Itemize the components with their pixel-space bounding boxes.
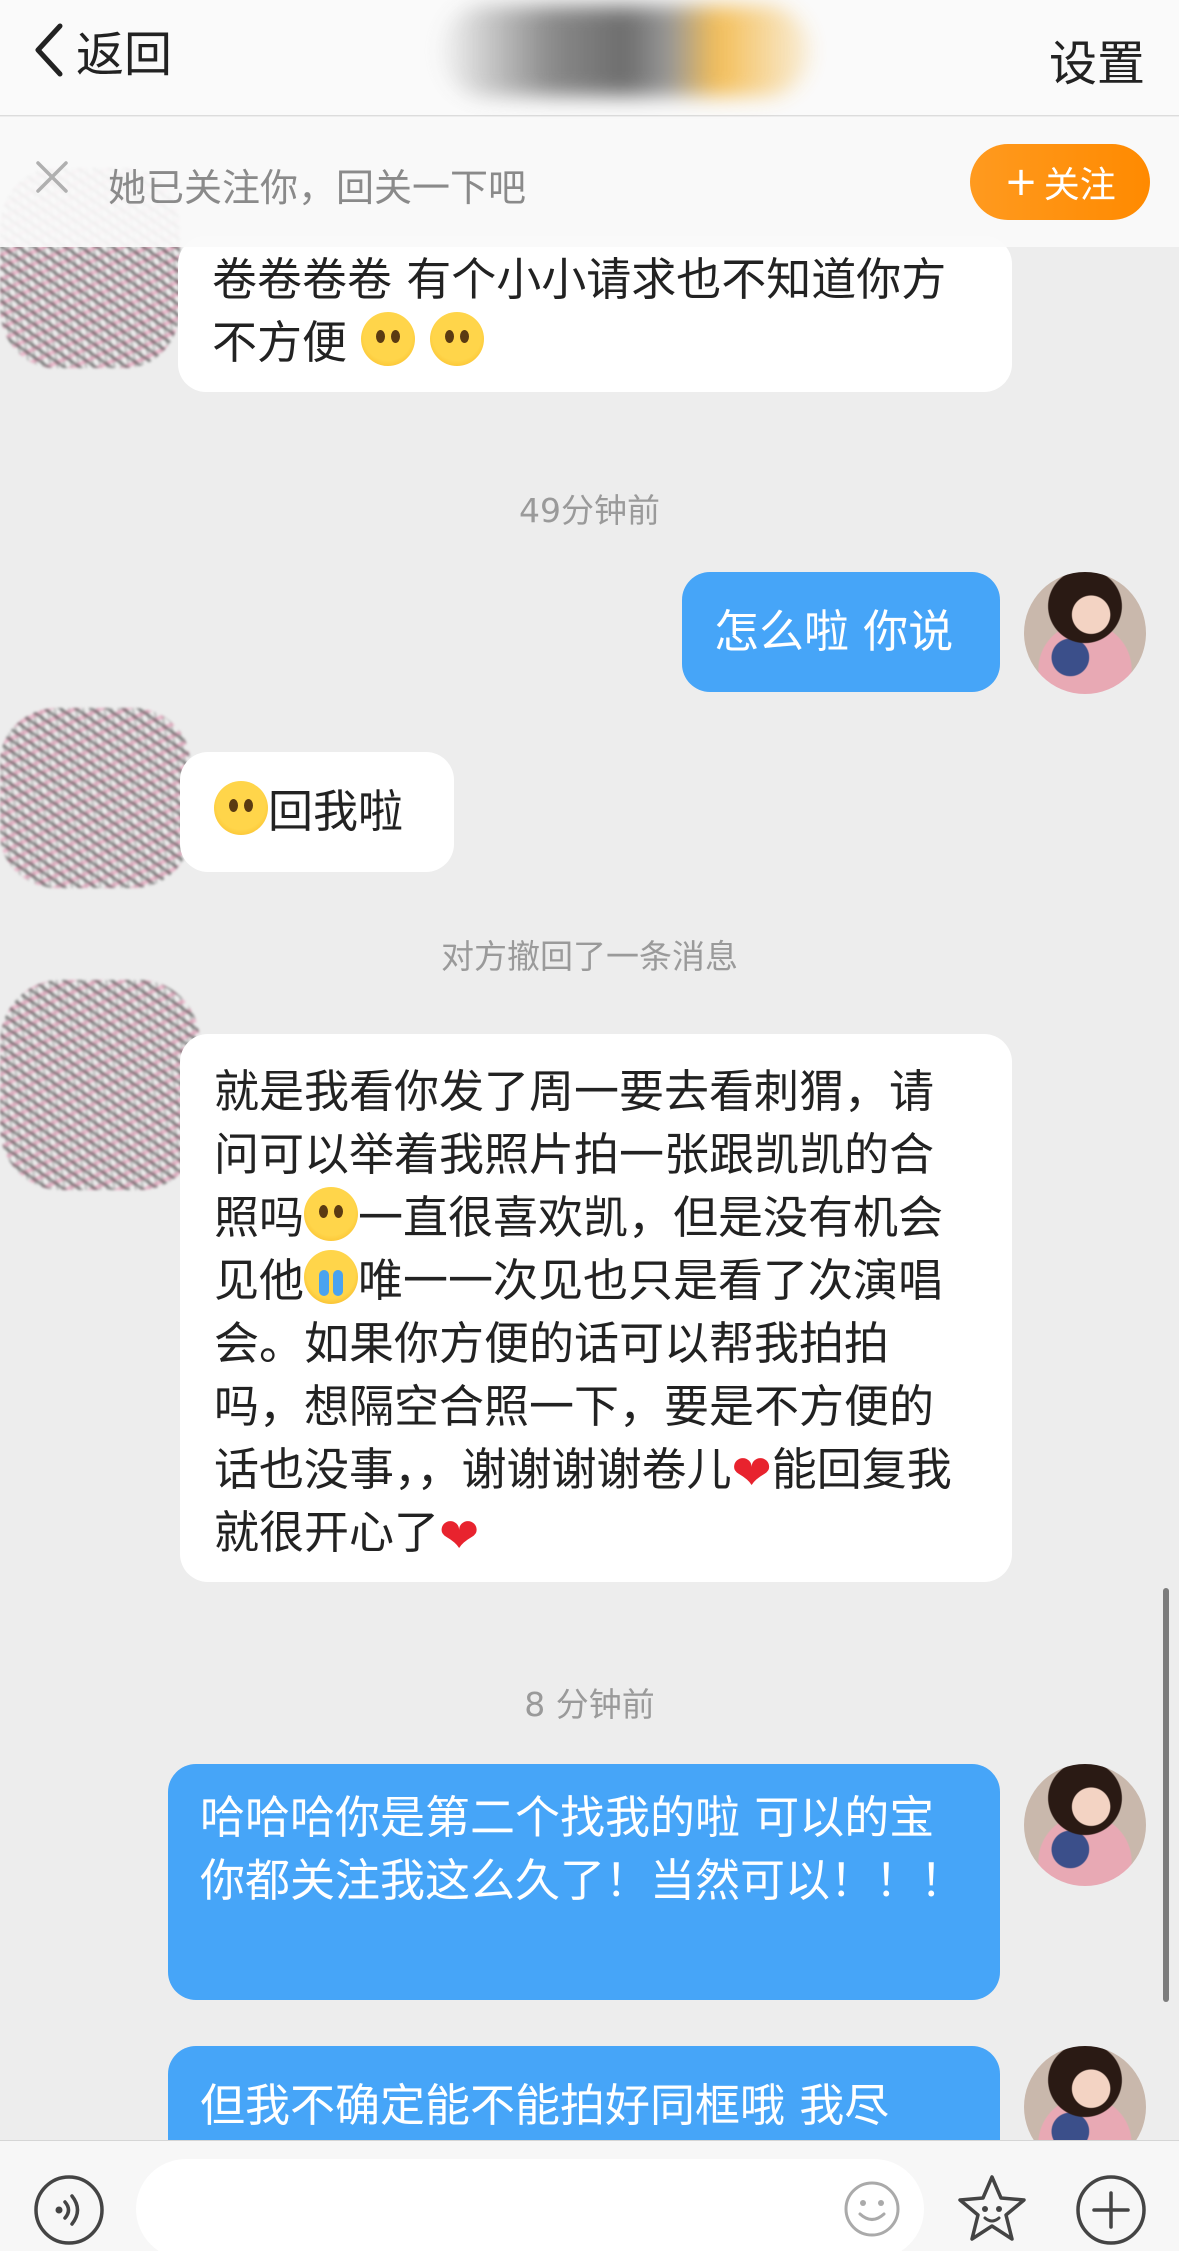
pleading-emoji bbox=[429, 312, 484, 366]
message-bubble-incoming[interactable]: 卷卷卷卷 有个小小请求也不知道你方不方便 bbox=[178, 236, 1012, 392]
message-input[interactable] bbox=[136, 2159, 924, 2251]
red-heart-emoji: ❤ bbox=[439, 1508, 480, 1564]
message-text: 回我啦 bbox=[268, 785, 404, 838]
plus-icon bbox=[1076, 2175, 1146, 2245]
my-avatar[interactable] bbox=[1024, 1764, 1146, 1886]
star-sticker-icon bbox=[958, 2175, 1026, 2241]
scrollbar[interactable] bbox=[1163, 1588, 1169, 2002]
contact-avatar[interactable] bbox=[0, 708, 190, 888]
settings-button[interactable]: 设置 bbox=[1049, 24, 1145, 94]
more-button[interactable] bbox=[1074, 2173, 1148, 2247]
close-icon bbox=[36, 161, 68, 193]
follow-button-label: 关注 bbox=[1043, 165, 1116, 206]
emoji-face-icon bbox=[844, 2181, 900, 2237]
voice-button[interactable] bbox=[32, 2173, 106, 2247]
kiss-emoji bbox=[214, 781, 268, 835]
blurred-title bbox=[440, 6, 810, 96]
back-label: 返回 bbox=[76, 27, 173, 83]
pleading-emoji bbox=[304, 1187, 359, 1241]
my-avatar[interactable] bbox=[1024, 572, 1146, 694]
input-bar bbox=[0, 2140, 1179, 2251]
plus-icon: + bbox=[1004, 159, 1038, 205]
message-bubble-outgoing[interactable]: 怎么啦 你说 bbox=[682, 572, 1000, 692]
chevron-left-icon bbox=[35, 23, 63, 77]
sticker-button[interactable] bbox=[954, 2171, 1030, 2247]
message-bubble-incoming[interactable]: 就是我看你发了周一要去看刺猬，请问可以举着我照片拍一张跟凯凯的合照吗 一直很喜欢凯… bbox=[180, 1034, 1012, 1582]
timestamp: 49分钟前 bbox=[519, 491, 660, 530]
close-banner-button[interactable] bbox=[32, 157, 72, 197]
crying-emoji bbox=[304, 1250, 359, 1304]
red-heart-emoji: ❤ bbox=[731, 1445, 772, 1501]
recall-notice: 对方撤回了一条消息 bbox=[441, 937, 738, 976]
message-text: 怎么啦 你说 bbox=[714, 605, 954, 658]
follow-banner: 她已关注你，回关一下吧 + 关注 bbox=[0, 117, 1179, 247]
timestamp: 8 分钟前 bbox=[524, 1685, 655, 1724]
message-bubble-outgoing[interactable]: 哈哈哈你是第二个找我的啦 可以的宝 你都关注我这么久了！当然可以！！！ bbox=[168, 1764, 1000, 2000]
contact-avatar[interactable] bbox=[0, 980, 200, 1190]
follow-banner-text: 她已关注你，回关一下吧 bbox=[108, 166, 527, 210]
nav-bar: 返回 设置 bbox=[0, 0, 1179, 116]
message-bubble-incoming[interactable]: 回我啦 bbox=[180, 752, 454, 872]
emoji-button[interactable] bbox=[842, 2179, 902, 2239]
message-text: 卷卷卷卷 有个小小请求也不知道你方不方便 bbox=[212, 253, 947, 369]
follow-button[interactable]: + 关注 bbox=[970, 144, 1150, 220]
message-text: 但我不确定能不能拍好同框哦 我尽 bbox=[200, 2079, 890, 2132]
pleading-emoji bbox=[361, 312, 416, 366]
voice-icon bbox=[34, 2175, 104, 2245]
back-button[interactable]: 返回 bbox=[30, 18, 173, 83]
message-text: 哈哈哈你是第二个找我的啦 可以的宝 你都关注我这么久了！当然可以！！！ bbox=[200, 1791, 966, 1907]
